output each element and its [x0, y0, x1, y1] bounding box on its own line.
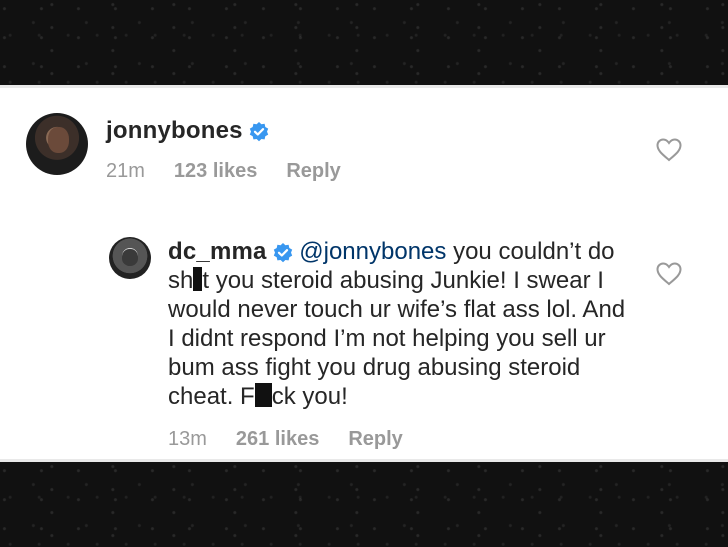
reply-button[interactable]: Reply — [286, 160, 340, 182]
censor-bar — [193, 267, 203, 291]
mention-link[interactable]: @jonnybones — [299, 238, 446, 265]
reply-meta: 13m 261 likes Reply — [168, 428, 432, 451]
avatar[interactable] — [26, 113, 88, 175]
comment-time: 21m — [106, 160, 145, 182]
censor-bar — [254, 383, 272, 407]
comments-card: jonnybones 21m 123 likes Reply dc_mma @jon… — [0, 85, 728, 462]
comment-header: jonnybones — [106, 116, 269, 146]
avatar[interactable] — [109, 237, 151, 279]
likes-count[interactable]: 123 likes — [174, 160, 257, 182]
background-texture-top — [0, 0, 728, 85]
comment-text-part: t you steroid abusing Junkie! I swear I … — [168, 267, 626, 410]
verified-badge-icon — [273, 242, 293, 263]
comment-meta: 21m 123 likes Reply — [106, 160, 370, 183]
comment-text-part: ck you! — [271, 383, 348, 410]
verified-badge-icon — [249, 121, 269, 142]
background-texture-bottom — [0, 462, 728, 547]
heart-outline-icon[interactable] — [656, 262, 682, 286]
heart-outline-icon[interactable] — [656, 138, 682, 162]
comment-time: 13m — [168, 428, 207, 450]
username[interactable]: jonnybones — [106, 117, 243, 144]
reply-comment-text: dc_mma @jonnybones you couldn’t do sh t y… — [168, 237, 638, 411]
reply-button[interactable]: Reply — [348, 428, 402, 450]
username[interactable]: dc_mma — [168, 238, 267, 265]
likes-count[interactable]: 261 likes — [236, 428, 319, 450]
